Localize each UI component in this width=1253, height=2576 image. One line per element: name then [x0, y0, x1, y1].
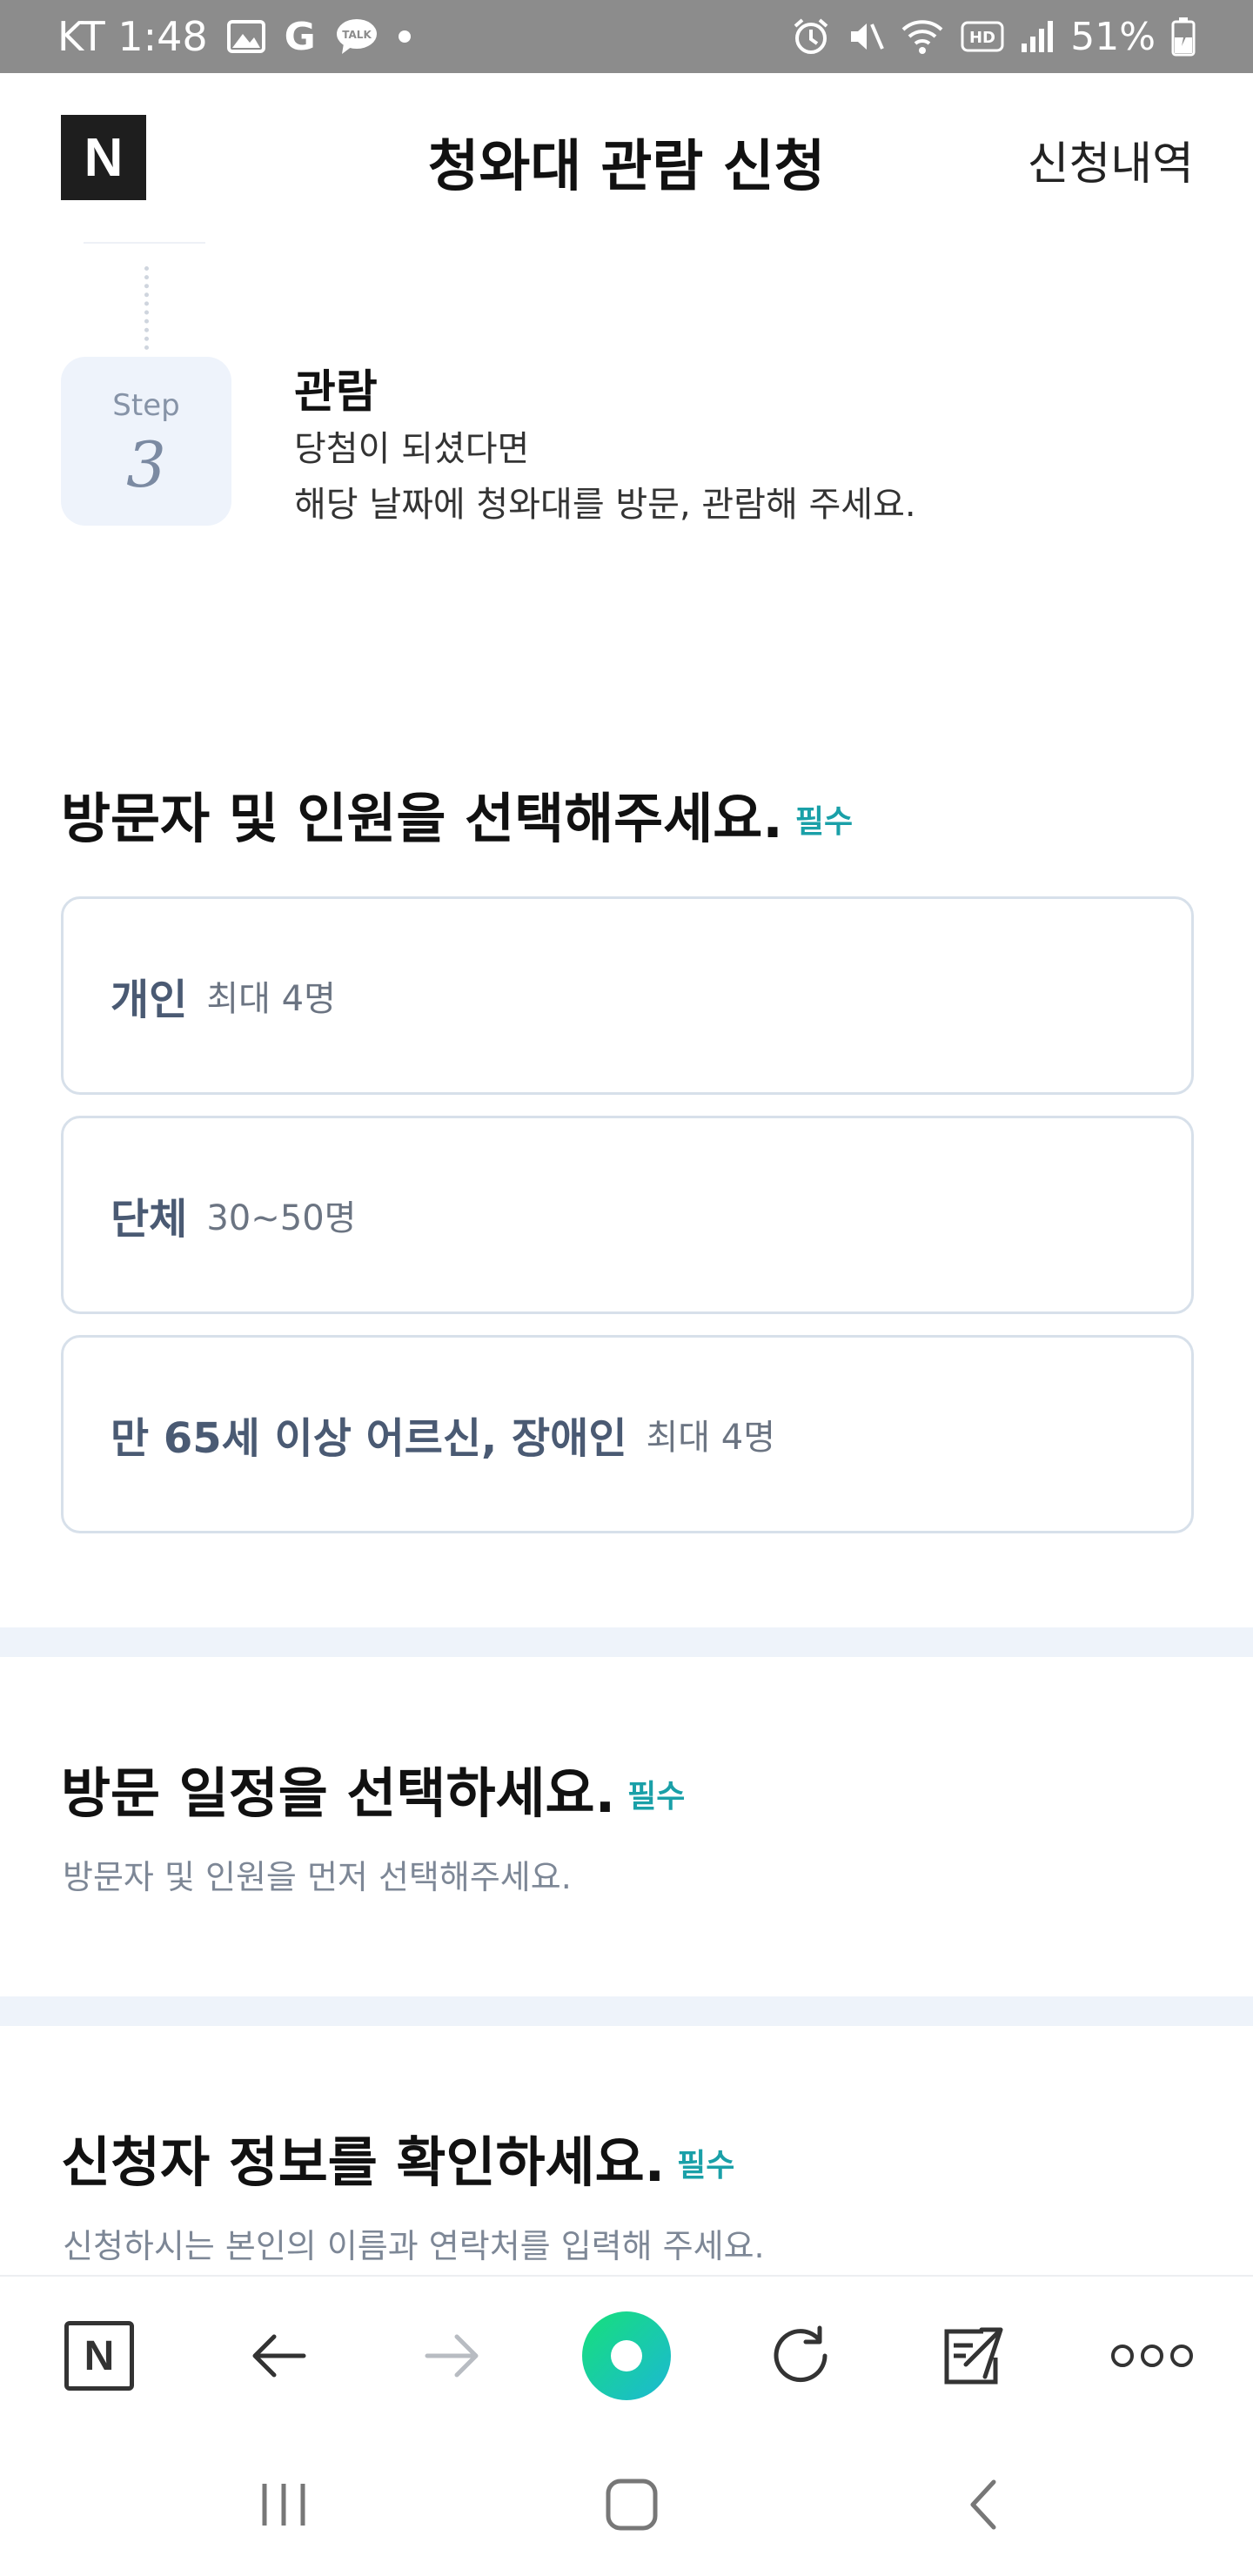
- refresh-icon[interactable]: [748, 2277, 853, 2435]
- dot-icon: [398, 30, 412, 44]
- step-number: 3: [126, 428, 166, 501]
- status-right: HD 51%: [792, 0, 1196, 73]
- browser-toolbar: N: [0, 2275, 1253, 2433]
- status-left: KT 1:48 G TALK: [57, 0, 412, 73]
- schedule-section-title: 방문 일정을 선택하세요. 필수: [61, 1749, 685, 1828]
- step-badge: Step 3: [61, 357, 231, 526]
- back-arrow-icon[interactable]: [226, 2277, 331, 2435]
- required-badge: 필수: [677, 2148, 735, 2184]
- app-header: N 청와대 관람 신청 신청내역: [0, 73, 1253, 244]
- battery-percent: 51%: [1070, 14, 1156, 59]
- toolbar-logo-letter: N: [84, 2332, 115, 2379]
- alarm-icon: [792, 17, 830, 56]
- visitor-title-text: 방문자 및 인원을 선택해주세요.: [61, 787, 783, 850]
- option-senior-disabled[interactable]: 만 65세 이상 어르신, 장애인 최대 4명: [61, 1335, 1194, 1533]
- recent-apps-icon[interactable]: [223, 2433, 345, 2576]
- share-icon[interactable]: [921, 2277, 1025, 2435]
- home-icon[interactable]: [571, 2433, 693, 2576]
- schedule-subtitle: 방문자 및 인원을 먼저 선택해주세요.: [63, 1858, 572, 1896]
- gallery-icon: [226, 20, 265, 53]
- hd-icon: HD: [961, 21, 1004, 52]
- step-connector: [144, 266, 150, 350]
- history-link[interactable]: 신청내역: [1028, 127, 1194, 192]
- schedule-title-text: 방문 일정을 선택하세요.: [61, 1761, 616, 1825]
- back-icon[interactable]: [922, 2433, 1044, 2576]
- signal-icon: [1020, 19, 1055, 54]
- option-label: 만 65세 이상 어르신, 장애인: [111, 1414, 627, 1463]
- option-individual[interactable]: 개인 최대 4명: [61, 896, 1194, 1095]
- green-dot-icon[interactable]: [574, 2277, 679, 2435]
- hd-label: HD: [969, 29, 995, 47]
- step-desc-line2: 해당 날짜에 청와대를 방문, 관람해 주세요.: [294, 485, 916, 525]
- more-icon[interactable]: [1100, 2277, 1204, 2435]
- option-sub: 최대 4명: [206, 979, 336, 1019]
- step-word: Step: [112, 388, 180, 423]
- applicant-subtitle: 신청하시는 본인의 이름과 연락처를 입력해 주세요.: [63, 2227, 765, 2265]
- mute-icon: [846, 17, 885, 56]
- required-badge: 필수: [627, 1779, 686, 1815]
- wifi-icon: [900, 17, 945, 56]
- talk-icon: TALK: [335, 17, 379, 56]
- step-description: 당첨이 되셨다면 해당 날짜에 청와대를 방문, 관람해 주세요.: [294, 421, 916, 533]
- step-desc-line1: 당첨이 되셨다면: [294, 429, 530, 469]
- option-sub: 30~50명: [206, 1198, 357, 1238]
- required-badge: 필수: [794, 804, 854, 840]
- section-divider: [0, 1996, 1253, 2026]
- option-label: 개인: [111, 976, 188, 1024]
- applicant-section-title: 신청자 정보를 확인하세요. 필수: [61, 2118, 734, 2197]
- option-label: 단체: [111, 1195, 188, 1244]
- option-group[interactable]: 단체 30~50명: [61, 1116, 1194, 1314]
- forward-arrow-icon[interactable]: [400, 2277, 505, 2435]
- visitor-section-title: 방문자 및 인원을 선택해주세요. 필수: [61, 775, 853, 853]
- google-icon: G: [284, 14, 316, 59]
- naver-home-icon[interactable]: N: [47, 2277, 151, 2435]
- step-separator: [84, 242, 205, 244]
- section-divider: [0, 1627, 1253, 1657]
- system-nav-bar: [0, 2433, 1253, 2576]
- applicant-title-text: 신청자 정보를 확인하세요.: [61, 2130, 666, 2194]
- talk-label: TALK: [342, 29, 372, 41]
- battery-icon: [1171, 17, 1196, 57]
- step-title: 관람: [294, 366, 378, 419]
- option-sub: 최대 4명: [646, 1418, 776, 1458]
- carrier-time: KT 1:48: [57, 13, 208, 60]
- status-bar: KT 1:48 G TALK HD 51%: [0, 0, 1253, 73]
